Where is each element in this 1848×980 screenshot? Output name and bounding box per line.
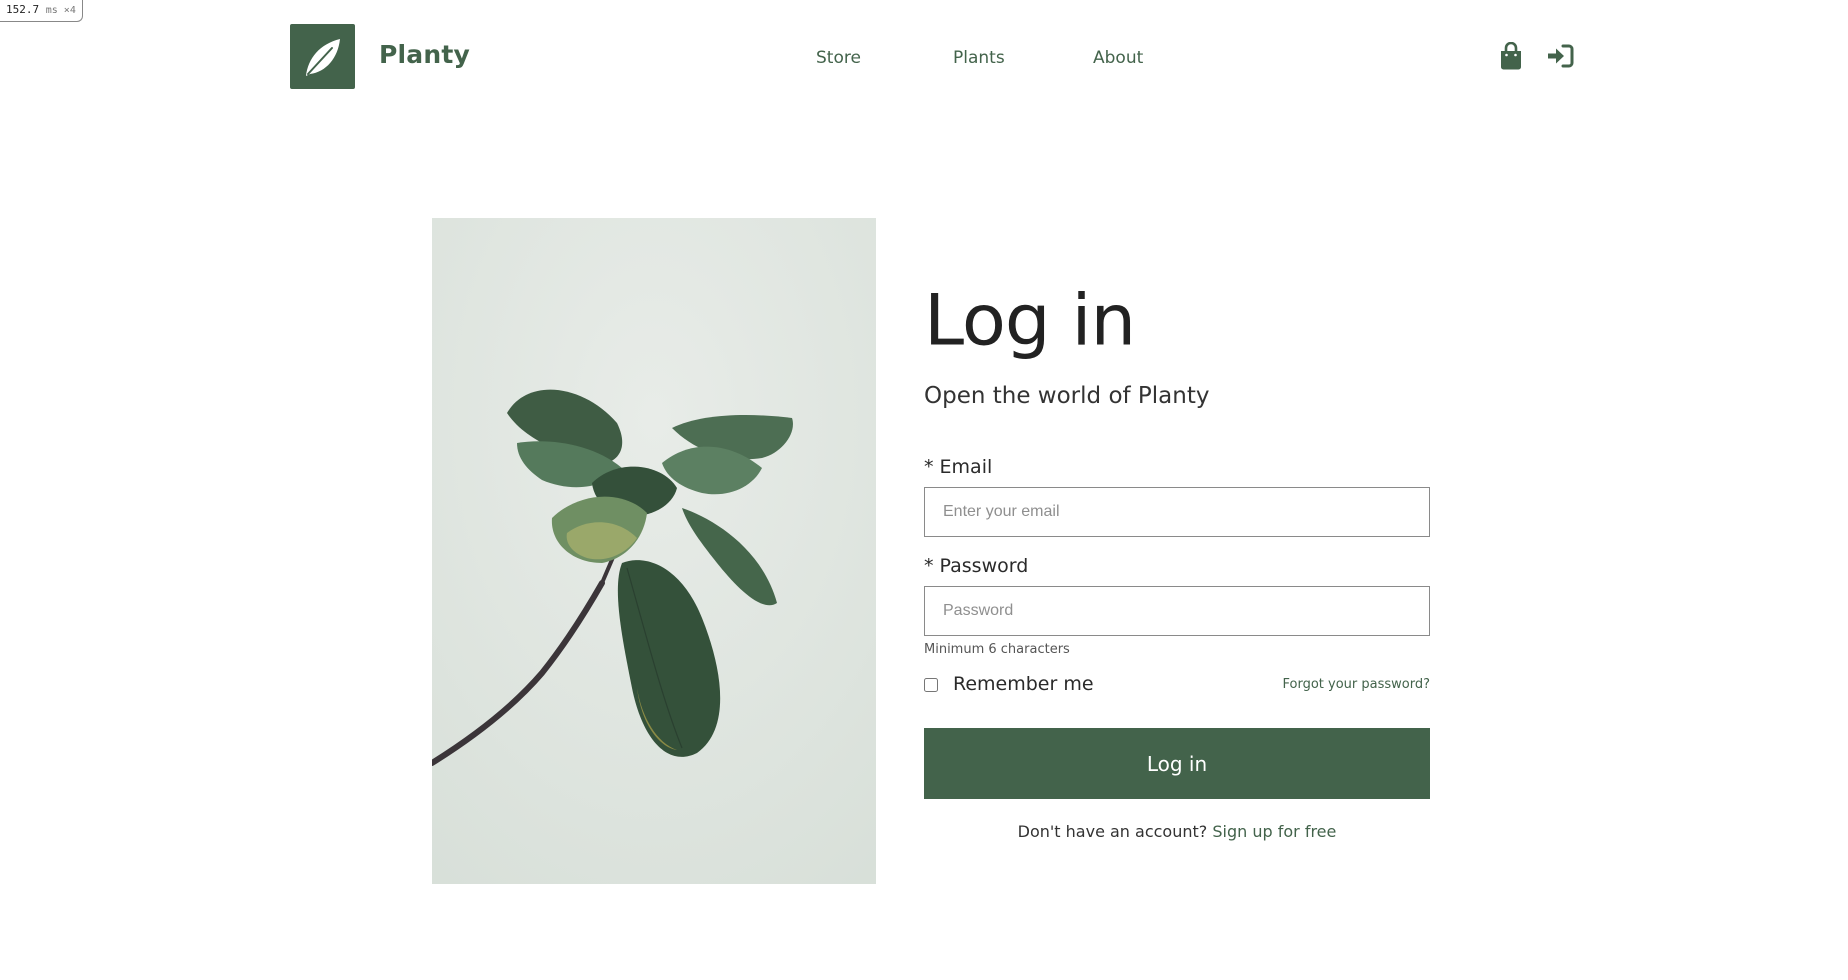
nav-about[interactable]: About xyxy=(1093,48,1143,68)
password-label: * Password xyxy=(924,555,1029,577)
leaf-icon xyxy=(305,38,340,76)
performance-value: 152.7 xyxy=(6,3,40,16)
shopping-bag-icon[interactable] xyxy=(1500,41,1522,74)
login-icon[interactable] xyxy=(1546,42,1574,74)
logo[interactable] xyxy=(290,24,355,89)
forgot-password-link[interactable]: Forgot your password? xyxy=(1282,677,1430,692)
remember-me-checkbox[interactable] xyxy=(924,678,938,692)
nav-store[interactable]: Store xyxy=(816,48,861,68)
page-subtitle: Open the world of Planty xyxy=(924,383,1210,409)
signup-text: Don't have an account? xyxy=(1017,822,1208,841)
nav-plants[interactable]: Plants xyxy=(953,48,1005,68)
signup-link[interactable]: Sign up for free xyxy=(1212,822,1336,841)
signup-prompt: Don't have an account? Sign up for free xyxy=(924,822,1430,841)
brand-name[interactable]: Planty xyxy=(379,40,470,69)
plant-photo xyxy=(432,218,876,884)
password-field[interactable] xyxy=(924,586,1430,636)
performance-unit: ms ×4 xyxy=(45,5,76,16)
login-button[interactable]: Log in xyxy=(924,728,1430,799)
performance-badge: 152.7 ms ×4 xyxy=(0,0,83,22)
remember-me-label[interactable]: Remember me xyxy=(953,673,1094,695)
password-hint: Minimum 6 characters xyxy=(924,642,1070,657)
email-field[interactable] xyxy=(924,487,1430,537)
page-title: Log in xyxy=(924,278,1136,362)
email-label: * Email xyxy=(924,456,993,478)
